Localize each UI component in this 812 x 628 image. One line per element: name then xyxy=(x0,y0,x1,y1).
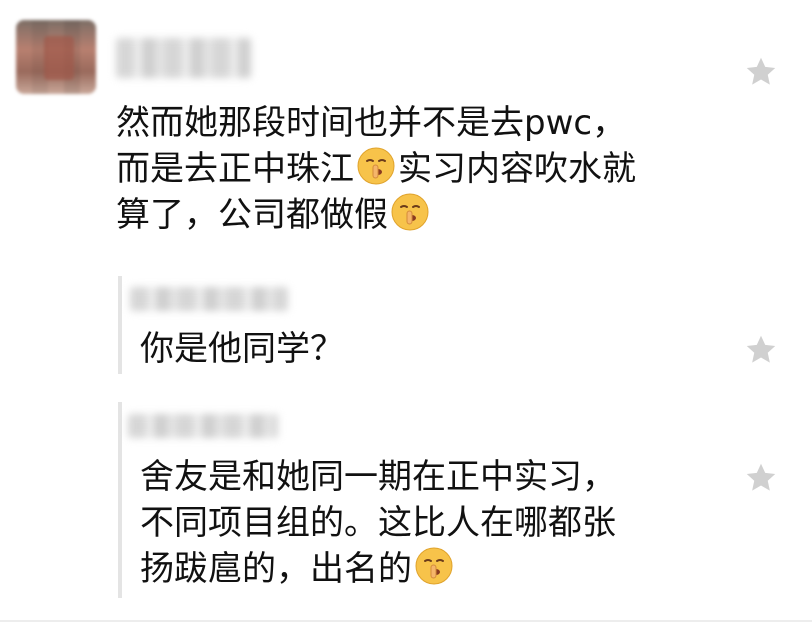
reply-indent-bar xyxy=(118,276,122,374)
comment-line-2-post: 实习内容吹水就 xyxy=(398,149,636,189)
comment-body: 然而她那段时间也并不是去pwc， 而是去正中珠江 实习内容吹水就 算了，公司都做假 xyxy=(116,100,636,238)
username-blurred[interactable] xyxy=(116,38,251,78)
star-icon[interactable] xyxy=(742,54,780,90)
comment-line-2-pre: 而是去正中珠江 xyxy=(116,149,354,189)
divider xyxy=(0,620,812,622)
reply-2-line-3: 扬跋扈的，出名的 xyxy=(140,549,412,589)
reply-2-body: 舍友是和她同一期在正中实习， 不同项目组的。这比人在哪都张 扬跋扈的，出名的 xyxy=(140,454,616,592)
reply-1-text: 你是他同学？ xyxy=(140,329,344,369)
reply-username-blurred[interactable] xyxy=(130,287,288,311)
reply-2-line-2: 不同项目组的。这比人在哪都张 xyxy=(140,503,616,543)
reply-username-blurred[interactable] xyxy=(128,414,278,438)
reply-2-line-1: 舍友是和她同一期在正中实习， xyxy=(140,457,616,497)
star-icon[interactable] xyxy=(742,332,780,368)
star-icon[interactable] xyxy=(742,460,780,496)
shushing-face-emoji-icon xyxy=(390,192,430,232)
comment-line-1: 然而她那段时间也并不是去pwc， xyxy=(116,103,627,143)
avatar[interactable] xyxy=(16,20,96,94)
reply-1-body: 你是他同学？ xyxy=(140,326,344,372)
shushing-face-emoji-icon xyxy=(356,146,396,186)
shushing-face-emoji-icon xyxy=(414,546,454,586)
reply-indent-bar xyxy=(118,402,122,598)
comment-line-3: 算了，公司都做假 xyxy=(116,195,388,235)
